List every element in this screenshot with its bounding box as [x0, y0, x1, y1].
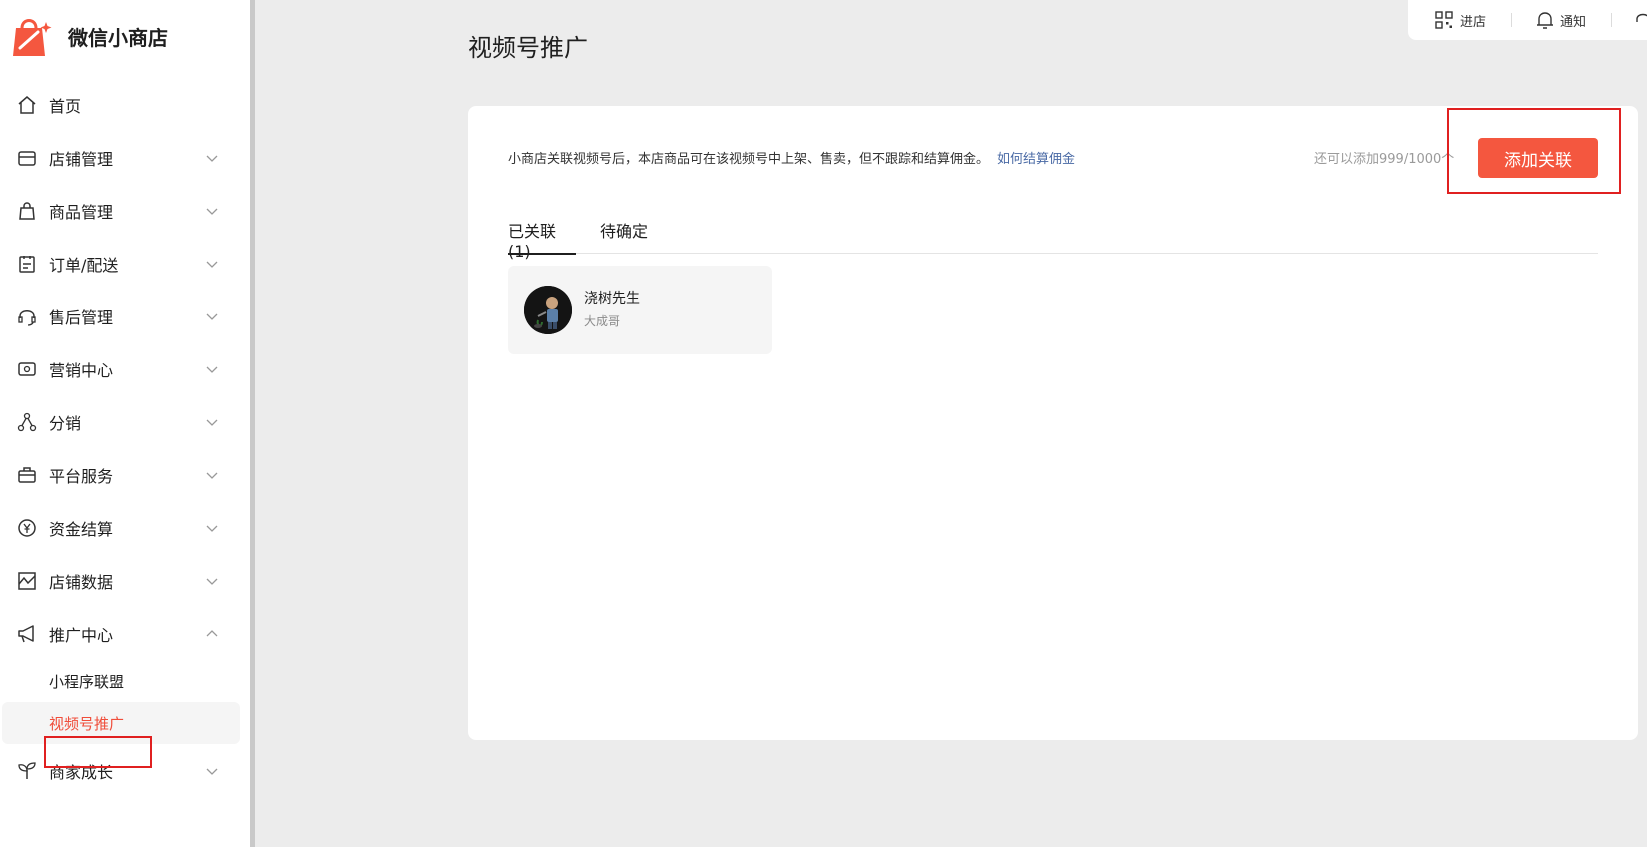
- tab-linked[interactable]: 已关联(1): [508, 210, 576, 261]
- description: 小商店关联视频号后，本店商品可在该视频号中上架、售卖，但不跟踪和结算佣金。 如何结…: [508, 148, 1075, 167]
- chevron-down-icon: [206, 768, 218, 775]
- divider: [1511, 13, 1512, 27]
- sprout-icon: [18, 762, 36, 779]
- chart-icon: [18, 572, 36, 590]
- chevron-down-icon: [206, 366, 218, 373]
- account-subtitle: 大成哥: [584, 314, 621, 328]
- chevron-down-icon: [206, 419, 218, 426]
- sidebar-item-platform-services[interactable]: 平台服务: [0, 455, 250, 495]
- top-bar: 进店 通知: [1408, 0, 1647, 40]
- sidebar-item-after-sales[interactable]: 售后管理: [0, 296, 250, 336]
- chevron-down-icon: [206, 578, 218, 585]
- sidebar-item-store-management[interactable]: 店铺管理: [0, 138, 250, 178]
- sidebar-item-orders[interactable]: 订单/配送: [0, 244, 250, 284]
- sidebar-item-settlement[interactable]: 资金结算: [0, 508, 250, 548]
- share-nodes-icon: [17, 412, 37, 432]
- clipboard-icon: [19, 256, 35, 273]
- commission-help-link[interactable]: 如何结算佣金: [997, 152, 1075, 167]
- megaphone-icon: [18, 625, 34, 643]
- sidebar-subitem-label: 视频号推广: [49, 714, 125, 733]
- tabs: 已关联(1) 待确定: [508, 210, 1598, 261]
- ticket-icon: [18, 362, 36, 376]
- headset-icon: [1636, 13, 1647, 22]
- headset-icon: [18, 310, 36, 326]
- sidebar-item-label: 营销中心: [49, 361, 114, 380]
- tab-pending[interactable]: 待确定: [600, 210, 648, 254]
- shop-bag-logo-icon: [12, 14, 52, 58]
- sidebar-subitem-mini-program-alliance[interactable]: 小程序联盟: [0, 660, 240, 702]
- brand[interactable]: 微信小商店: [12, 14, 168, 58]
- sidebar-item-home[interactable]: 首页: [0, 85, 250, 125]
- divider: [1611, 13, 1612, 27]
- qrcode-icon: [1435, 11, 1453, 29]
- sidebar-item-marketing[interactable]: 营销中心: [0, 349, 250, 389]
- sidebar-item-label: 店铺数据: [49, 573, 114, 592]
- sidebar-item-label: 订单/配送: [49, 256, 119, 275]
- sidebar-item-label: 分销: [49, 414, 82, 433]
- chevron-down-icon: [206, 472, 218, 479]
- sidebar-item-promotion[interactable]: 推广中心: [0, 614, 250, 654]
- chevron-down-icon: [206, 313, 218, 320]
- brand-name: 微信小商店: [68, 25, 168, 50]
- description-text: 小商店关联视频号后，本店商品可在该视频号中上架、售卖，但不跟踪和结算佣金。: [508, 152, 990, 167]
- chevron-down-icon: [206, 261, 218, 268]
- yuan-icon: [18, 519, 36, 537]
- page-title: 视频号推广: [468, 34, 588, 62]
- sidebar-item-label: 推广中心: [49, 626, 114, 645]
- sidebar-item-label: 店铺管理: [49, 150, 114, 169]
- account-name: 浇树先生: [584, 291, 640, 307]
- briefcase-icon: [18, 467, 36, 483]
- channel-account-card[interactable]: 浇树先生 大成哥: [508, 266, 772, 354]
- chevron-up-icon: [206, 630, 218, 637]
- chevron-down-icon: [206, 525, 218, 532]
- sidebar: 微信小商店 首页 店铺管理 商品管理 订单/配送 售后管理 营销中心 分销 平台…: [0, 0, 255, 847]
- bag-icon: [19, 202, 35, 220]
- bell-icon: [1537, 12, 1553, 29]
- highlight-box: [44, 736, 152, 768]
- home-icon: [18, 96, 36, 114]
- notifications-button[interactable]: 通知: [1536, 10, 1586, 30]
- sidebar-item-store-data[interactable]: 店铺数据: [0, 561, 250, 601]
- sidebar-item-distribution[interactable]: 分销: [0, 402, 250, 442]
- sidebar-item-label: 商品管理: [49, 203, 114, 222]
- sidebar-item-label: 平台服务: [49, 467, 114, 486]
- support-button[interactable]: [1634, 10, 1647, 30]
- quota-text: 还可以添加999/1000个: [1314, 152, 1455, 167]
- chevron-down-icon: [206, 155, 218, 162]
- enter-shop-button[interactable]: 进店: [1434, 10, 1486, 30]
- sidebar-subitem-label: 小程序联盟: [49, 672, 125, 691]
- chevron-down-icon: [206, 208, 218, 215]
- sidebar-item-label: 资金结算: [49, 520, 114, 539]
- sidebar-item-label: 售后管理: [49, 308, 114, 327]
- highlight-box: [1447, 108, 1621, 194]
- enter-shop-label: 进店: [1460, 14, 1487, 30]
- channels-card: 小商店关联视频号后，本店商品可在该视频号中上架、售卖，但不跟踪和结算佣金。 如何结…: [468, 106, 1638, 740]
- sidebar-item-product-management[interactable]: 商品管理: [0, 191, 250, 231]
- store-icon: [18, 151, 36, 166]
- avatar: [524, 286, 572, 334]
- sidebar-item-label: 首页: [49, 97, 82, 116]
- notifications-label: 通知: [1560, 14, 1587, 30]
